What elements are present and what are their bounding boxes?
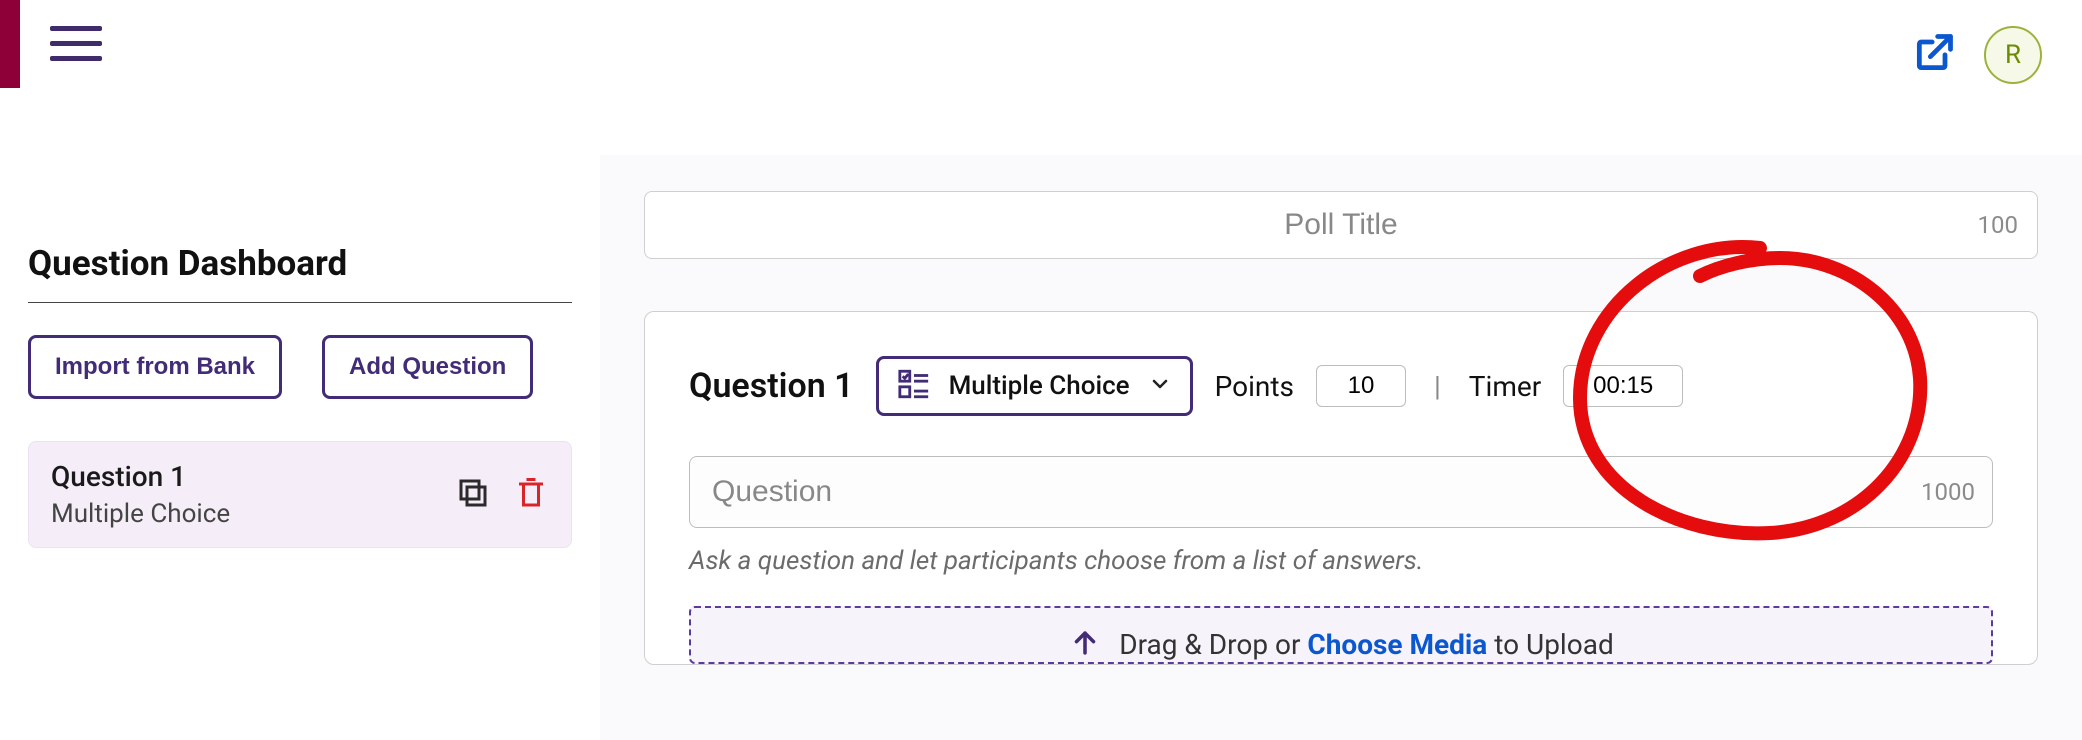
topbar-left — [0, 0, 102, 100]
timer-input[interactable] — [1563, 365, 1683, 407]
question-input-wrap: 1000 — [689, 456, 1993, 528]
sidebar-buttons: Import from Bank Add Question — [28, 335, 572, 399]
chevron-down-icon — [1148, 372, 1172, 400]
question-char-counter: 1000 — [1921, 478, 1975, 506]
choose-media-link[interactable]: Choose Media — [1307, 628, 1487, 661]
topbar: R — [0, 0, 2082, 100]
delete-icon[interactable] — [513, 475, 549, 514]
main: 100 Question 1 — [600, 155, 2082, 740]
question-helper-text: Ask a question and let participants choo… — [689, 546, 1993, 576]
question-item-actions — [455, 475, 549, 514]
upload-text-pre: Drag & Drop or — [1119, 628, 1307, 661]
poll-title-char-counter: 100 — [1978, 211, 2018, 239]
question-list-item[interactable]: Question 1 Multiple Choice — [28, 441, 572, 548]
question-item-title: Question 1 — [51, 460, 230, 493]
points-label: Points — [1215, 370, 1294, 403]
question-list-item-text: Question 1 Multiple Choice — [51, 460, 230, 529]
question-text-input[interactable] — [689, 456, 1993, 528]
upload-text-post: to Upload — [1494, 628, 1613, 661]
timer-label: Timer — [1469, 370, 1541, 403]
question-header-row: Question 1 — [689, 356, 1993, 416]
sidebar-title: Question Dashboard — [28, 243, 572, 284]
layout: Question Dashboard Import from Bank Add … — [0, 155, 2082, 740]
sidebar: Question Dashboard Import from Bank Add … — [0, 155, 600, 740]
question-type-select[interactable]: Multiple Choice — [876, 356, 1193, 416]
popout-icon[interactable] — [1912, 31, 1956, 79]
duplicate-icon[interactable] — [455, 475, 491, 514]
question-number-label: Question 1 — [689, 366, 854, 406]
avatar[interactable]: R — [1984, 26, 2042, 84]
avatar-initial: R — [2005, 40, 2021, 70]
topbar-right: R — [1912, 26, 2042, 84]
add-question-button[interactable]: Add Question — [322, 335, 533, 399]
question-type-text: Multiple Choice — [949, 371, 1130, 401]
import-from-bank-button[interactable]: Import from Bank — [28, 335, 282, 399]
question-card: Question 1 — [644, 311, 2038, 665]
poll-title-input[interactable] — [644, 191, 2038, 259]
poll-title-wrap: 100 — [644, 191, 2038, 259]
question-item-type: Multiple Choice — [51, 499, 230, 529]
brand-color-tab — [0, 0, 20, 88]
vertical-divider: | — [1428, 370, 1447, 403]
hamburger-menu[interactable] — [50, 26, 102, 61]
sidebar-divider — [28, 302, 572, 303]
media-upload-area[interactable]: Drag & Drop or Choose Media to Upload — [689, 606, 1993, 664]
points-input[interactable] — [1316, 365, 1406, 407]
upload-icon — [1068, 628, 1119, 661]
main-inner: 100 Question 1 — [600, 191, 2082, 665]
multiple-choice-icon — [897, 367, 931, 405]
